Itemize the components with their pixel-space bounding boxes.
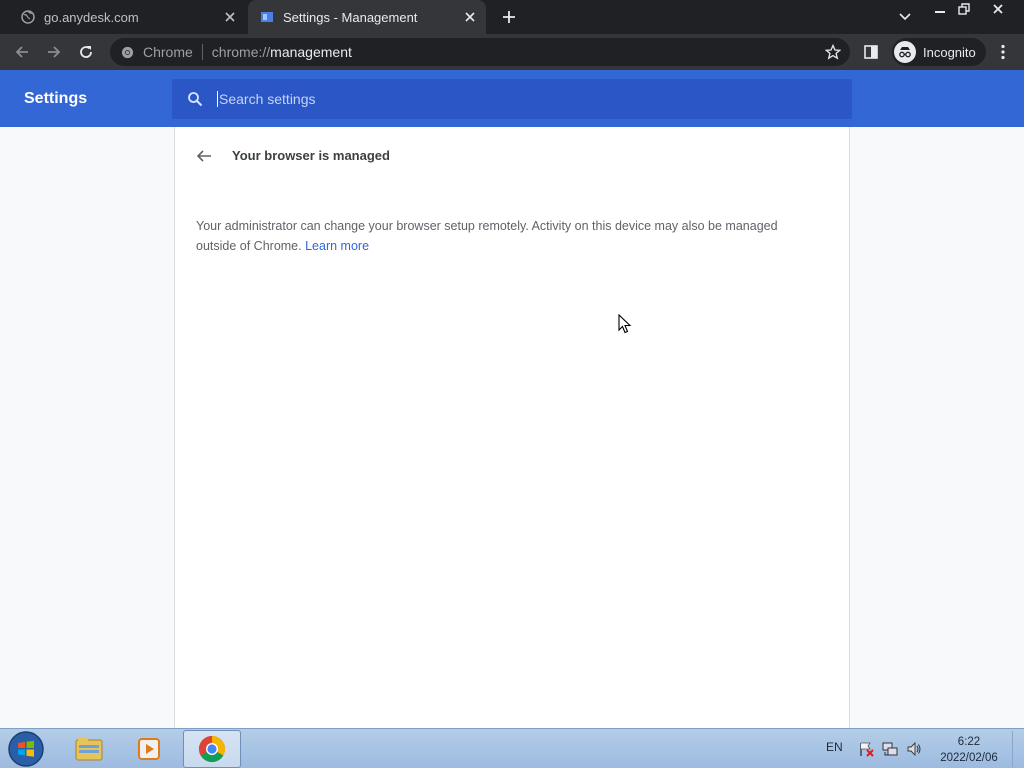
management-card: Your browser is managed Your administrat… xyxy=(174,127,850,728)
side-panel-icon[interactable] xyxy=(858,39,884,65)
chrome-icon[interactable] xyxy=(183,730,241,768)
url-host: management xyxy=(270,44,352,60)
network-icon[interactable] xyxy=(882,741,898,757)
settings-page-icon xyxy=(259,9,275,25)
minimize-button[interactable] xyxy=(928,0,952,18)
restore-button[interactable] xyxy=(952,0,976,18)
clock-time: 6:22 xyxy=(957,736,981,748)
start-button[interactable] xyxy=(7,730,45,768)
media-player-icon[interactable] xyxy=(120,730,178,768)
incognito-icon xyxy=(894,41,916,63)
tab-settings-management[interactable]: Settings - Management xyxy=(248,0,486,34)
chrome-logo-icon xyxy=(119,44,135,60)
close-window-button[interactable] xyxy=(980,0,1016,18)
forward-button[interactable] xyxy=(41,39,67,65)
tab-title: Settings - Management xyxy=(283,9,418,25)
mouse-cursor-icon xyxy=(618,314,632,334)
explorer-icon[interactable] xyxy=(60,730,118,768)
address-bar[interactable]: Chrome chrome://management xyxy=(110,38,850,66)
settings-title: Settings xyxy=(24,90,88,107)
tab-anydesk[interactable]: go.anydesk.com xyxy=(0,0,246,34)
close-tab-icon[interactable] xyxy=(220,7,240,27)
search-input[interactable] xyxy=(217,91,817,107)
back-arrow-button[interactable] xyxy=(193,145,215,167)
reload-button[interactable] xyxy=(73,39,99,65)
action-center-flag-icon[interactable] xyxy=(858,741,874,757)
clock-date: 2022/02/06 xyxy=(940,752,998,764)
browser-toolbar: Chrome chrome://management Incognito xyxy=(0,34,1024,70)
volume-icon[interactable] xyxy=(906,741,922,757)
back-button[interactable] xyxy=(9,39,35,65)
show-desktop-button[interactable] xyxy=(1012,731,1022,767)
omnibox-divider xyxy=(201,44,203,60)
globe-icon xyxy=(20,9,36,25)
tab-search-chevron-icon[interactable] xyxy=(896,8,914,26)
incognito-profile-button[interactable]: Incognito xyxy=(892,38,986,66)
page-title: Your browser is managed xyxy=(232,148,390,163)
bookmark-star-icon[interactable] xyxy=(824,43,842,61)
search-settings-box[interactable] xyxy=(172,79,852,119)
windows-taskbar: EN 6:22 2022/02/06 xyxy=(0,728,1024,768)
omnibox-chip-label: Chrome xyxy=(143,44,193,60)
tab-strip: go.anydesk.com Settings - Management xyxy=(0,0,1024,34)
settings-header: Settings xyxy=(0,70,1024,127)
management-description: Your administrator can change your brows… xyxy=(196,216,816,256)
tab-title: go.anydesk.com xyxy=(44,9,139,25)
search-icon xyxy=(185,89,205,109)
description-text: Your administrator can change your brows… xyxy=(196,219,778,253)
language-indicator[interactable]: EN xyxy=(826,740,843,754)
system-clock[interactable]: 6:22 2022/02/06 xyxy=(932,734,1006,766)
incognito-label: Incognito xyxy=(923,44,976,60)
learn-more-link[interactable]: Learn more xyxy=(305,239,369,253)
close-tab-icon[interactable] xyxy=(460,7,480,27)
menu-kebab-icon[interactable] xyxy=(990,39,1016,65)
url-scheme: chrome:// xyxy=(211,44,271,60)
new-tab-button[interactable] xyxy=(498,6,520,28)
